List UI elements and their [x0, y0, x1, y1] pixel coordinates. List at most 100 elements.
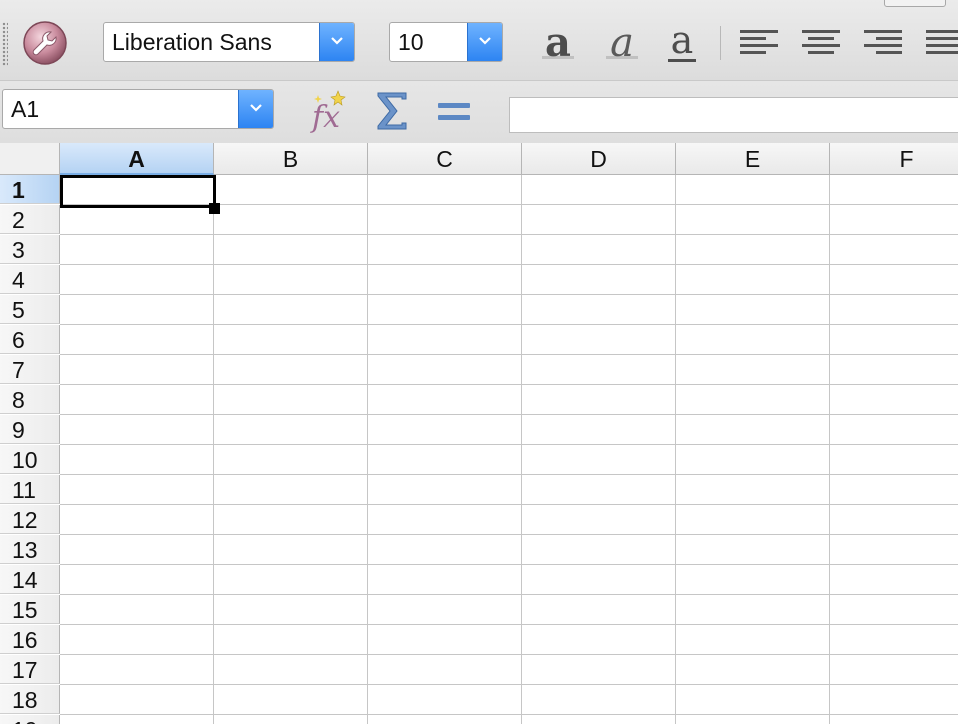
cell-a13[interactable]: [60, 535, 214, 565]
cell-e19[interactable]: [676, 715, 830, 724]
cell-b10[interactable]: [214, 445, 368, 475]
row-header-4[interactable]: 4: [0, 265, 60, 294]
cell-e18[interactable]: [676, 685, 830, 715]
column-header-d[interactable]: D: [522, 143, 676, 175]
cell-d9[interactable]: [522, 415, 676, 445]
cell-a7[interactable]: [60, 355, 214, 385]
cell-c12[interactable]: [368, 505, 522, 535]
cell-c8[interactable]: [368, 385, 522, 415]
row-header-16[interactable]: 16: [0, 625, 60, 654]
cell-e4[interactable]: [676, 265, 830, 295]
row-header-3[interactable]: 3: [0, 235, 60, 264]
tools-button[interactable]: [22, 20, 68, 66]
cell-f18[interactable]: [830, 685, 958, 715]
cell-d19[interactable]: [522, 715, 676, 724]
cell-d16[interactable]: [522, 625, 676, 655]
cell-b8[interactable]: [214, 385, 368, 415]
cell-c11[interactable]: [368, 475, 522, 505]
italic-button[interactable]: a: [600, 20, 644, 68]
align-right-button[interactable]: [862, 24, 904, 62]
cell-e14[interactable]: [676, 565, 830, 595]
cell-e1[interactable]: [676, 175, 830, 205]
bold-button[interactable]: a: [536, 19, 580, 68]
cell-b3[interactable]: [214, 235, 368, 265]
cell-d5[interactable]: [522, 295, 676, 325]
cell-e10[interactable]: [676, 445, 830, 475]
cell-e5[interactable]: [676, 295, 830, 325]
cell-d8[interactable]: [522, 385, 676, 415]
cell-f11[interactable]: [830, 475, 958, 505]
row-header-9[interactable]: 9: [0, 415, 60, 444]
name-box-dropdown-button[interactable]: [238, 90, 273, 128]
cell-a17[interactable]: [60, 655, 214, 685]
cell-b18[interactable]: [214, 685, 368, 715]
cell-b13[interactable]: [214, 535, 368, 565]
cell-b2[interactable]: [214, 205, 368, 235]
cell-a15[interactable]: [60, 595, 214, 625]
cell-a14[interactable]: [60, 565, 214, 595]
cell-c14[interactable]: [368, 565, 522, 595]
cell-f12[interactable]: [830, 505, 958, 535]
column-header-c[interactable]: C: [368, 143, 522, 175]
row-header-14[interactable]: 14: [0, 565, 60, 594]
cell-b12[interactable]: [214, 505, 368, 535]
cell-e8[interactable]: [676, 385, 830, 415]
row-header-8[interactable]: 8: [0, 385, 60, 414]
cell-d18[interactable]: [522, 685, 676, 715]
cell-a1[interactable]: [60, 175, 214, 205]
name-box[interactable]: A1: [2, 89, 274, 129]
cell-a9[interactable]: [60, 415, 214, 445]
cell-d6[interactable]: [522, 325, 676, 355]
cell-f7[interactable]: [830, 355, 958, 385]
cell-e2[interactable]: [676, 205, 830, 235]
cell-e3[interactable]: [676, 235, 830, 265]
row-header-18[interactable]: 18: [0, 685, 60, 714]
cell-c7[interactable]: [368, 355, 522, 385]
row-header-19[interactable]: 19: [0, 715, 60, 724]
row-header-11[interactable]: 11: [0, 475, 60, 504]
cell-f4[interactable]: [830, 265, 958, 295]
cell-f17[interactable]: [830, 655, 958, 685]
cell-b4[interactable]: [214, 265, 368, 295]
cell-a3[interactable]: [60, 235, 214, 265]
cell-c5[interactable]: [368, 295, 522, 325]
font-size-combo[interactable]: 10: [389, 22, 503, 62]
cell-a2[interactable]: [60, 205, 214, 235]
fill-handle[interactable]: [209, 203, 220, 214]
cell-b6[interactable]: [214, 325, 368, 355]
justify-button[interactable]: [924, 24, 958, 62]
cell-c6[interactable]: [368, 325, 522, 355]
cell-b11[interactable]: [214, 475, 368, 505]
cell-e15[interactable]: [676, 595, 830, 625]
function-wizard-button[interactable]: fx: [306, 87, 352, 135]
cell-c4[interactable]: [368, 265, 522, 295]
cell-c9[interactable]: [368, 415, 522, 445]
row-header-13[interactable]: 13: [0, 535, 60, 564]
cell-f19[interactable]: [830, 715, 958, 724]
underline-button[interactable]: a: [660, 18, 704, 68]
font-name-dropdown-button[interactable]: [319, 23, 354, 61]
cell-c16[interactable]: [368, 625, 522, 655]
row-header-2[interactable]: 2: [0, 205, 60, 234]
cell-a11[interactable]: [60, 475, 214, 505]
cell-d2[interactable]: [522, 205, 676, 235]
cell-b9[interactable]: [214, 415, 368, 445]
cell-e11[interactable]: [676, 475, 830, 505]
cell-d13[interactable]: [522, 535, 676, 565]
cell-f1[interactable]: [830, 175, 958, 205]
formula-input[interactable]: [509, 97, 958, 133]
cell-b17[interactable]: [214, 655, 368, 685]
cell-f13[interactable]: [830, 535, 958, 565]
cell-a8[interactable]: [60, 385, 214, 415]
cell-e12[interactable]: [676, 505, 830, 535]
cell-e6[interactable]: [676, 325, 830, 355]
cell-d3[interactable]: [522, 235, 676, 265]
cell-f8[interactable]: [830, 385, 958, 415]
cell-c15[interactable]: [368, 595, 522, 625]
cell-c2[interactable]: [368, 205, 522, 235]
cell-f3[interactable]: [830, 235, 958, 265]
cell-b15[interactable]: [214, 595, 368, 625]
column-header-b[interactable]: B: [214, 143, 368, 175]
column-header-a[interactable]: A: [60, 143, 214, 175]
cell-f16[interactable]: [830, 625, 958, 655]
